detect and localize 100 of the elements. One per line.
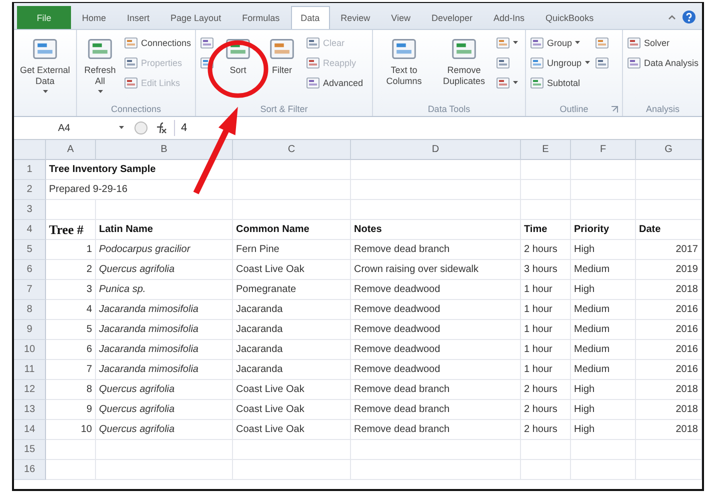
row-header[interactable]: 6 (14, 260, 46, 280)
table-cell: High (571, 280, 636, 300)
column-header[interactable]: G (636, 140, 702, 160)
toolbar-icon (269, 36, 295, 62)
ribbon-button[interactable]: Data Analysis (627, 54, 699, 72)
table-cell: Jacaranda (233, 300, 351, 320)
table-cell: 2 hours (521, 400, 571, 420)
row-header[interactable]: 10 (14, 340, 46, 360)
ribbon-tab[interactable]: Developer (421, 6, 483, 29)
ribbon-button[interactable]: Solver (627, 34, 699, 52)
table-cell (571, 160, 636, 180)
sheet-title: Tree Inventory Sample (46, 160, 233, 180)
table-cell: Remove deadwood (351, 360, 521, 380)
table-cell: 2019 (636, 260, 702, 280)
table-cell (636, 160, 702, 180)
table-cell (521, 440, 571, 460)
ribbon-tab[interactable]: File (17, 6, 71, 29)
column-header[interactable]: B (96, 140, 233, 160)
column-header[interactable]: E (521, 140, 571, 160)
table-cell: Quercus agrifolia (96, 400, 233, 420)
ribbon-tab[interactable]: View (381, 6, 420, 29)
function-icon[interactable] (154, 121, 168, 135)
dialog-launcher-icon[interactable] (611, 106, 618, 112)
row-header[interactable]: 14 (14, 420, 46, 440)
ribbon-button[interactable]: Remove Duplicates (437, 34, 491, 102)
row-header[interactable]: 5 (14, 240, 46, 260)
row-header[interactable]: 1 (14, 160, 46, 180)
toolbar-icon (124, 36, 138, 50)
table-cell: 1 (46, 240, 96, 260)
toolbar-icon (124, 56, 138, 70)
ribbon-button[interactable]: Get External Data (18, 34, 72, 102)
ribbon-tab[interactable]: Insert (117, 6, 160, 29)
table-cell: Quercus agrifolia (96, 260, 233, 280)
group-label: Outline (560, 104, 588, 114)
column-header[interactable]: D (351, 140, 521, 160)
ribbon-button[interactable]: Subtotal (530, 74, 590, 92)
ribbon-button[interactable]: Advanced (306, 74, 364, 92)
table-cell: High (571, 420, 636, 440)
row-header[interactable]: 2 (14, 180, 46, 200)
table-cell: 2017 (636, 240, 702, 260)
table-cell: 7 (46, 360, 96, 380)
column-label: Notes (351, 220, 521, 240)
column-header[interactable]: F (571, 140, 636, 160)
ribbon-button[interactable]: Ungroup (530, 54, 590, 72)
ribbon-button[interactable]: Group (530, 34, 590, 52)
table-cell (636, 200, 702, 220)
row-header[interactable]: 16 (14, 460, 46, 480)
name-box[interactable]: A4 (18, 120, 128, 136)
table-cell: Coast Live Oak (233, 400, 351, 420)
help-icon[interactable] (682, 10, 696, 24)
table-cell: 2016 (636, 360, 702, 380)
table-cell: Quercus agrifolia (96, 420, 233, 440)
table-cell: Coast Live Oak (233, 380, 351, 400)
ribbon-tab[interactable]: Review (330, 6, 380, 29)
row-header[interactable]: 4 (14, 220, 46, 240)
toolbar-icon (306, 56, 320, 70)
column-label: Latin Name (96, 220, 233, 240)
table-cell: Podocarpus gracilior (96, 240, 233, 260)
row-header[interactable]: 9 (14, 320, 46, 340)
caret-icon (98, 90, 102, 94)
table-cell (521, 180, 571, 200)
table-cell: Pomegranate (233, 280, 351, 300)
ribbon-tab[interactable]: Add-Ins (484, 6, 535, 29)
table-cell: Remove deadwood (351, 280, 521, 300)
table-cell: 4 (46, 300, 96, 320)
toolbar-icon (530, 36, 544, 50)
row-header[interactable]: 13 (14, 400, 46, 420)
caret-icon (42, 90, 48, 94)
minimize-ribbon-icon[interactable] (668, 14, 676, 20)
table-cell: Jacaranda mimosifolia (96, 300, 233, 320)
table-cell: 1 hour (521, 300, 571, 320)
toolbar-icon (627, 36, 641, 50)
table-cell: Remove deadwood (351, 340, 521, 360)
ribbon-button[interactable]: Connections (124, 34, 192, 52)
table-cell (636, 460, 702, 480)
row-header[interactable]: 11 (14, 360, 46, 380)
ribbon-tab[interactable]: Formulas (232, 6, 290, 29)
row-header[interactable]: 7 (14, 280, 46, 300)
table-cell: 3 hours (521, 260, 571, 280)
ribbon-tab[interactable]: Home (72, 6, 116, 29)
table-cell: Medium (571, 340, 636, 360)
column-header[interactable]: C (233, 140, 351, 160)
row-header[interactable]: 12 (14, 380, 46, 400)
group-label: Analysis (646, 104, 680, 114)
ribbon-tab[interactable]: Data (290, 6, 330, 29)
toolbar-icon (496, 56, 510, 70)
row-header[interactable]: 3 (14, 200, 46, 220)
ribbon-button[interactable]: Text to Columns (377, 34, 431, 102)
table-cell (521, 200, 571, 220)
ribbon-tab[interactable]: QuickBooks (536, 6, 604, 29)
table-cell: Coast Live Oak (233, 420, 351, 440)
ribbon-button[interactable]: Sort (219, 34, 257, 102)
row-header[interactable]: 15 (14, 440, 46, 460)
ribbon-tab[interactable]: Page Layout (160, 6, 232, 29)
table-cell: Medium (571, 360, 636, 380)
table-cell (571, 440, 636, 460)
ribbon-button[interactable]: Refresh All (81, 34, 119, 102)
column-header[interactable]: A (46, 140, 96, 160)
row-header[interactable]: 8 (14, 300, 46, 320)
ribbon-button[interactable]: Filter (263, 34, 301, 102)
